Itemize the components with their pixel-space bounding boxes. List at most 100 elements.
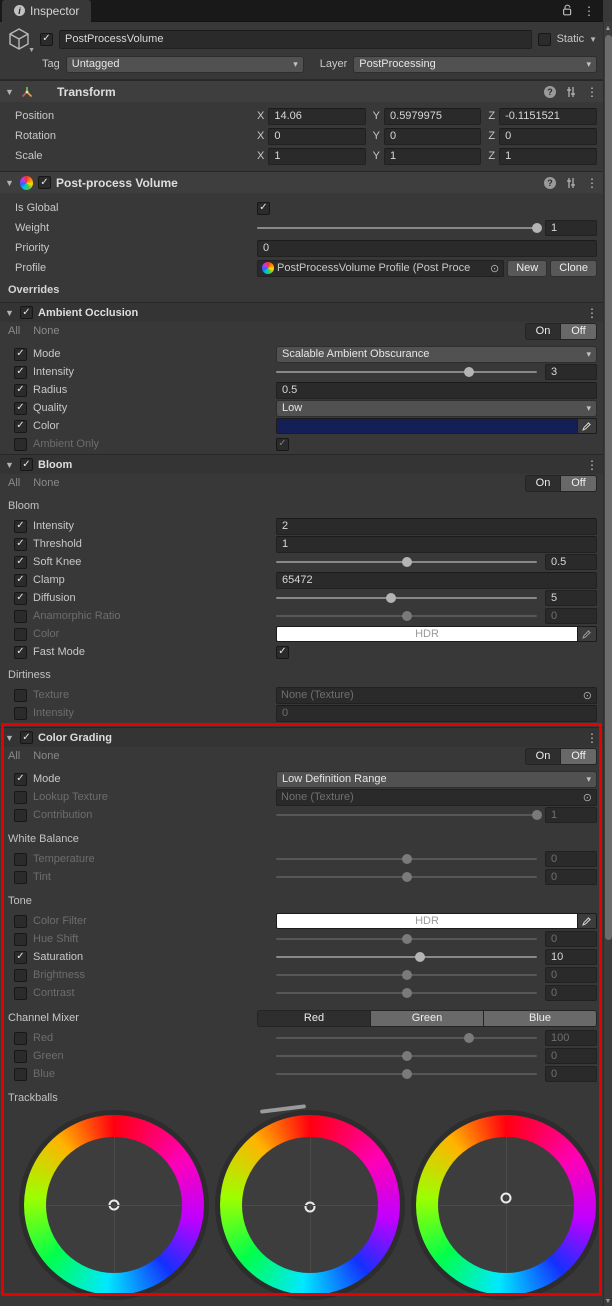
scrollbar-thumb[interactable]	[605, 35, 612, 940]
color-grading-enabled-checkbox[interactable]: ✓	[20, 731, 33, 744]
cg-temperature-checkbox[interactable]: ✓	[14, 852, 27, 866]
bloom-soft-knee-value-field[interactable]: 0.5	[545, 554, 597, 570]
trackball-indicator[interactable]	[500, 1192, 512, 1204]
scale-y-field[interactable]: 1	[384, 147, 482, 165]
cg-lookup-checkbox[interactable]: ✓	[14, 790, 27, 804]
trackball-lift[interactable]	[19, 1110, 209, 1300]
trackball-gain[interactable]	[411, 1110, 601, 1300]
ao-color-swatch[interactable]	[276, 418, 578, 434]
bloom-dirt-intensity-field[interactable]: 0	[276, 704, 597, 722]
unlock-icon[interactable]	[561, 4, 573, 17]
window-menu-icon[interactable]: ⋮	[583, 5, 595, 17]
bloom-intensity-checkbox[interactable]: ✓	[14, 519, 27, 533]
cg-color-filter-checkbox[interactable]: ✓	[14, 914, 27, 928]
effect-menu-icon[interactable]: ⋮	[586, 459, 598, 471]
new-button[interactable]: New	[507, 259, 548, 277]
on-button[interactable]: On	[525, 322, 561, 340]
cg-contribution-slider[interactable]	[276, 807, 542, 823]
gameobject-active-checkbox[interactable]: ✓	[40, 32, 53, 46]
position-x-field[interactable]: 14.06	[268, 107, 366, 125]
cg-temperature-slider[interactable]	[276, 851, 537, 867]
is-global-checkbox[interactable]: ✓	[257, 201, 270, 215]
off-button[interactable]: Off	[561, 322, 597, 340]
cg-temperature-value-field[interactable]: 0	[545, 851, 597, 867]
scroll-up-icon[interactable]: ▲	[604, 23, 612, 33]
bloom-soft-knee-slider[interactable]	[276, 554, 537, 570]
channel-tab-blue[interactable]: Blue	[484, 1009, 597, 1027]
bloom-diffusion-slider[interactable]	[276, 590, 537, 606]
bloom-enabled-checkbox[interactable]: ✓	[20, 458, 33, 471]
cg-saturation-checkbox[interactable]: ✓	[14, 950, 27, 964]
ambient-occlusion-header[interactable]: ▼ ✓ Ambient Occlusion ⋮	[0, 302, 603, 322]
bloom-diffusion-value-field[interactable]: 5	[545, 590, 597, 606]
cg-mixer-red-value-field[interactable]: 100	[545, 1030, 597, 1046]
off-button[interactable]: Off	[561, 474, 597, 492]
trackball-gamma[interactable]	[215, 1104, 405, 1300]
foldout-icon[interactable]: ▼	[5, 460, 15, 470]
off-button[interactable]: Off	[561, 747, 597, 765]
cg-saturation-slider[interactable]	[276, 949, 537, 965]
foldout-icon[interactable]: ▼	[5, 733, 15, 743]
foldout-icon[interactable]: ▼	[5, 178, 15, 188]
bloom-anamorphic-checkbox[interactable]: ✓	[14, 609, 27, 623]
bloom-fast-mode-checkbox[interactable]: ✓	[14, 645, 27, 659]
cg-hue-shift-slider[interactable]	[276, 931, 537, 947]
bloom-dirt-intensity-checkbox[interactable]: ✓	[14, 706, 27, 720]
bloom-anamorphic-slider[interactable]	[276, 608, 537, 624]
cg-tint-checkbox[interactable]: ✓	[14, 870, 27, 884]
rotation-z-field[interactable]: 0	[499, 127, 598, 145]
cg-contrast-value-field[interactable]: 0	[545, 985, 597, 1001]
effect-menu-icon[interactable]: ⋮	[586, 732, 598, 744]
cg-mixer-blue-checkbox[interactable]: ✓	[14, 1067, 27, 1081]
bloom-anamorphic-value-field[interactable]: 0	[545, 608, 597, 624]
cg-contribution-checkbox[interactable]: ✓	[14, 808, 27, 822]
cg-contrast-checkbox[interactable]: ✓	[14, 986, 27, 1000]
bloom-dirt-texture-checkbox[interactable]: ✓	[14, 688, 27, 702]
gameobject-cube-icon[interactable]: ▼	[4, 26, 35, 54]
help-icon[interactable]: ?	[544, 85, 556, 98]
ao-color-checkbox[interactable]: ✓	[14, 419, 27, 433]
bloom-soft-knee-checkbox[interactable]: ✓	[14, 555, 27, 569]
bloom-color-swatch[interactable]: HDR	[276, 626, 578, 642]
bloom-clamp-field[interactable]: 65472	[276, 571, 597, 589]
clone-button[interactable]: Clone	[550, 259, 597, 277]
bloom-dirt-texture-field[interactable]: None (Texture) ⊙	[276, 686, 597, 704]
component-menu-icon[interactable]: ⋮	[586, 177, 598, 189]
cg-hue-shift-checkbox[interactable]: ✓	[14, 932, 27, 946]
bloom-threshold-field[interactable]: 1	[276, 535, 597, 553]
foldout-icon[interactable]: ▼	[5, 308, 15, 318]
cg-mixer-green-checkbox[interactable]: ✓	[14, 1049, 27, 1063]
ao-quality-checkbox[interactable]: ✓	[14, 401, 27, 415]
cg-mixer-green-slider[interactable]	[276, 1048, 537, 1064]
rotation-y-field[interactable]: 0	[384, 127, 482, 145]
cg-brightness-checkbox[interactable]: ✓	[14, 968, 27, 982]
priority-field[interactable]: 0	[257, 239, 597, 257]
transform-header[interactable]: ▼ Transform ? ⋮	[0, 80, 603, 102]
profile-object-field[interactable]: PostProcessVolume Profile (Post Proce ⊙	[257, 259, 505, 277]
position-y-field[interactable]: 0.5979975	[384, 107, 482, 125]
cg-hue-shift-value-field[interactable]: 0	[545, 931, 597, 947]
static-dropdown-caret[interactable]: ▼	[589, 35, 597, 44]
ao-radius-checkbox[interactable]: ✓	[14, 383, 27, 397]
static-checkbox[interactable]: ✓	[537, 32, 551, 46]
presets-icon[interactable]	[565, 86, 577, 98]
scroll-down-icon[interactable]: ▼	[604, 1296, 612, 1306]
eyedropper-icon[interactable]	[578, 913, 597, 929]
cg-mode-checkbox[interactable]: ✓	[14, 772, 27, 786]
ao-intensity-value-field[interactable]: 3	[545, 364, 597, 380]
component-enabled-checkbox[interactable]: ✓	[38, 176, 51, 189]
cg-brightness-slider[interactable]	[276, 967, 537, 983]
presets-icon[interactable]	[565, 177, 577, 189]
cg-mixer-green-value-field[interactable]: 0	[545, 1048, 597, 1064]
on-button[interactable]: On	[525, 474, 561, 492]
cg-saturation-value-field[interactable]: 10	[545, 949, 597, 965]
trackball-area[interactable]	[46, 1137, 182, 1273]
cg-color-filter-swatch[interactable]: HDR	[276, 913, 578, 929]
scale-x-field[interactable]: 1	[268, 147, 366, 165]
eyedropper-icon[interactable]	[578, 626, 597, 642]
tag-dropdown[interactable]: Untagged ▾	[65, 55, 304, 73]
layer-dropdown[interactable]: PostProcessing ▾	[353, 55, 597, 73]
all-button[interactable]: All	[8, 325, 20, 337]
component-menu-icon[interactable]: ⋮	[586, 86, 598, 98]
ao-ambient-only-value-checkbox[interactable]: ✓	[276, 437, 289, 451]
